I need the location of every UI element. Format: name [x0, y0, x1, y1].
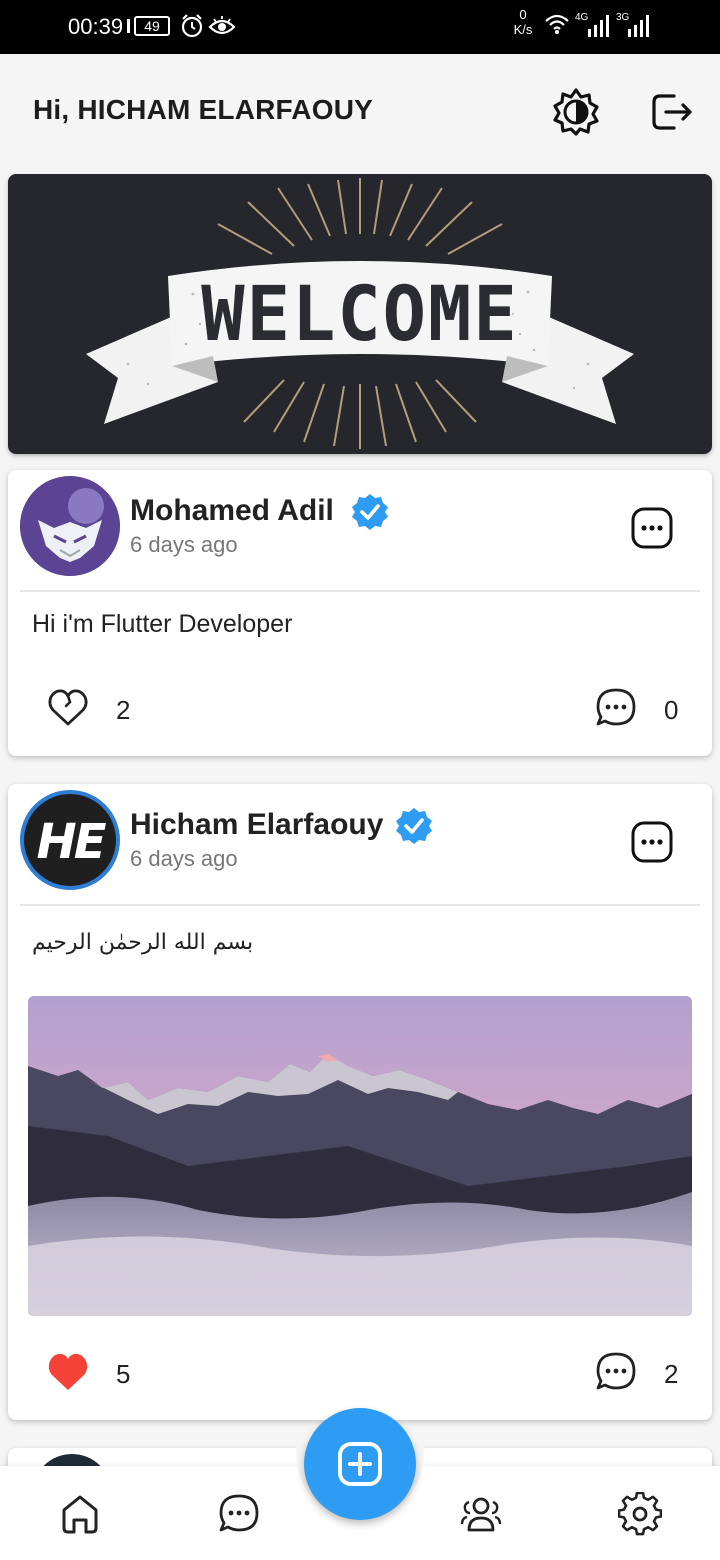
nav-home-button[interactable] — [58, 1492, 102, 1536]
post-text: Hi i'm Flutter Developer — [32, 610, 293, 638]
add-post-button[interactable] — [304, 1408, 416, 1520]
net-speed: 0 K/s — [508, 7, 538, 37]
logout-button[interactable] — [648, 88, 696, 136]
avatar-fox-image — [20, 476, 120, 576]
alarm-icon — [181, 14, 203, 38]
heart-icon — [48, 689, 88, 726]
eye-icon — [208, 16, 236, 35]
signal-icon — [588, 15, 609, 37]
more-options-button[interactable] — [628, 818, 676, 866]
home-icon — [62, 1495, 98, 1534]
avatar[interactable] — [20, 476, 120, 576]
comment-button[interactable] — [594, 686, 638, 730]
nav-chat-button[interactable] — [217, 1492, 261, 1536]
app-header: Hi, HICHAM ELARFAOUY — [0, 54, 720, 164]
post-divider — [20, 590, 700, 592]
add-post-icon — [338, 1442, 382, 1486]
nav-settings-button[interactable] — [617, 1491, 663, 1536]
avatar-initials: HE — [36, 814, 107, 870]
post-card: Mohamed Adil 6 days ago Hi i'm Flutter D… — [8, 470, 712, 756]
verified-badge-icon — [396, 808, 432, 844]
logout-icon — [652, 94, 692, 130]
post-time: 6 days ago — [130, 846, 238, 871]
author-name[interactable]: Hicham Elarfaouy — [130, 808, 383, 842]
settings-icon — [617, 1491, 663, 1536]
net-speed-value: 0 — [519, 7, 527, 22]
users-icon — [460, 1497, 502, 1532]
comment-button[interactable] — [594, 1350, 638, 1394]
brightness-icon — [553, 88, 599, 136]
more-options-button[interactable] — [628, 504, 676, 552]
battery-indicator: 49 — [134, 16, 170, 36]
greeting-title: Hi, HICHAM ELARFAOUY — [33, 94, 373, 125]
more-options-icon — [631, 507, 673, 549]
comment-icon — [596, 688, 636, 726]
post-divider — [20, 904, 700, 906]
welcome-text: WELCOME — [201, 269, 519, 359]
status-divider — [127, 19, 130, 33]
like-count: 2 — [116, 695, 131, 725]
author-name[interactable]: Mohamed Adil — [130, 494, 334, 528]
status-bar: 00:39 49 0 K/s 4G 3G — [0, 0, 720, 54]
wifi-icon — [545, 14, 569, 34]
like-button[interactable] — [46, 686, 90, 730]
net-speed-unit: K/s — [513, 22, 533, 37]
verified-badge-icon — [352, 494, 388, 530]
theme-toggle-button[interactable] — [552, 88, 600, 136]
like-button[interactable] — [46, 1350, 90, 1394]
comment-count: 2 — [664, 1359, 679, 1389]
status-time: 00:39 — [68, 14, 124, 39]
comment-count: 0 — [664, 695, 679, 725]
nav-users-button[interactable] — [459, 1492, 503, 1536]
post-time: 6 days ago — [130, 532, 238, 557]
post-card: HE Hicham Elarfaouy 6 days ago بسم الله … — [8, 784, 712, 1420]
chat-icon — [219, 1494, 259, 1532]
comment-icon — [596, 1352, 636, 1390]
signal-icon-2 — [628, 15, 649, 37]
post-text: بسم الله الرحمٰن الرحيم — [32, 930, 254, 955]
post-image[interactable] — [28, 996, 692, 1316]
avatar[interactable]: HE — [20, 790, 120, 890]
like-count: 5 — [116, 1359, 131, 1389]
heart-icon — [48, 1353, 88, 1390]
mountain-photo — [28, 996, 692, 1316]
more-options-icon — [631, 821, 673, 863]
